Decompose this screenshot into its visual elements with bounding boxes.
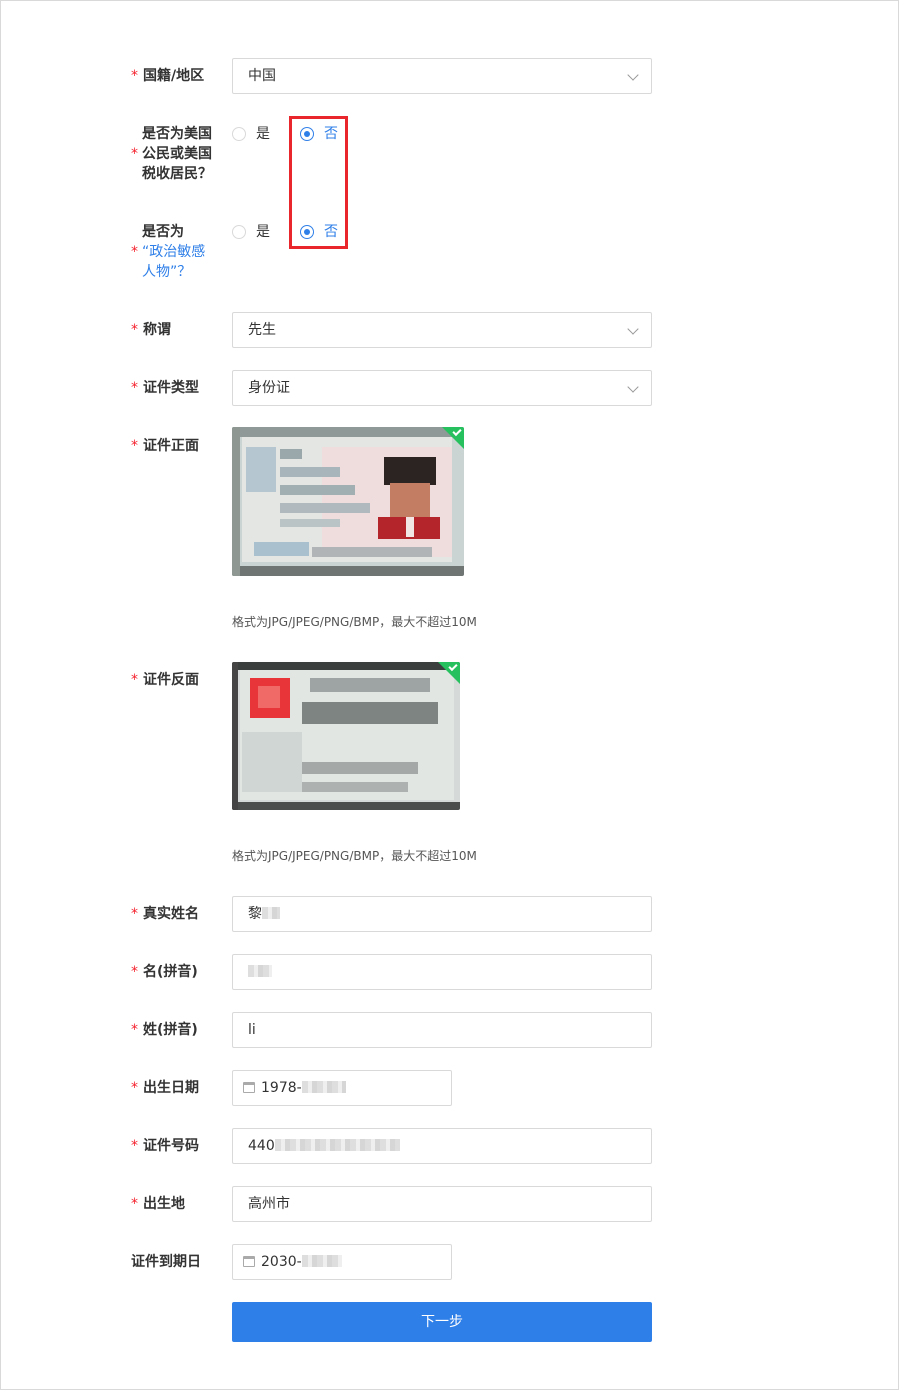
surname-pinyin-input[interactable]: li bbox=[232, 1012, 652, 1048]
id-type-label: * 证件类型 bbox=[131, 380, 199, 396]
id-front-label: * 证件正面 bbox=[131, 438, 199, 454]
id-back-pixelated-image bbox=[232, 662, 460, 810]
redacted-text bbox=[274, 1139, 400, 1151]
surname-pinyin-label: * 姓(拼音) bbox=[131, 1022, 198, 1038]
pep-definition-link-cont[interactable]: 人物”？ bbox=[142, 262, 205, 282]
id-type-select[interactable]: 身份证 bbox=[232, 370, 652, 406]
birth-place-input[interactable]: 高州市 bbox=[232, 1186, 652, 1222]
nationality-value: 中国 bbox=[248, 68, 276, 84]
id-front-image[interactable] bbox=[232, 427, 464, 576]
id-number-value: 440 bbox=[248, 1138, 275, 1154]
birth-date-label: * 出生日期 bbox=[131, 1080, 199, 1096]
pep-definition-link[interactable]: “政治敏感 bbox=[142, 242, 205, 262]
birth-date-value: 1978- bbox=[261, 1080, 302, 1096]
id-expiry-picker[interactable]: 2030- bbox=[232, 1244, 452, 1280]
id-front-hint: 格式为JPG/JPEG/PNG/BMP，最大不超过10M bbox=[232, 615, 477, 629]
id-expiry-label: 证件到期日 bbox=[131, 1254, 201, 1270]
next-step-button[interactable]: 下一步 bbox=[232, 1302, 652, 1342]
us-tax-yes-radio[interactable] bbox=[232, 127, 246, 141]
redacted-text bbox=[248, 965, 272, 977]
title-label: * 称谓 bbox=[131, 322, 171, 338]
us-tax-yes-label[interactable]: 是 bbox=[256, 124, 270, 144]
chevron-down-icon bbox=[627, 69, 639, 81]
real-name-input[interactable]: 黎 bbox=[232, 896, 652, 932]
id-expiry-value: 2030- bbox=[261, 1254, 302, 1270]
pep-yes-label[interactable]: 是 bbox=[256, 222, 270, 242]
nationality-label: * 国籍/地区 bbox=[131, 68, 205, 84]
birth-place-label: * 出生地 bbox=[131, 1196, 185, 1212]
id-back-hint: 格式为JPG/JPEG/PNG/BMP，最大不超过10M bbox=[232, 849, 477, 863]
highlight-box bbox=[289, 116, 348, 249]
id-back-label: * 证件反面 bbox=[131, 672, 199, 688]
redacted-text bbox=[301, 1255, 342, 1267]
redacted-text bbox=[301, 1081, 346, 1093]
given-name-pinyin-label: * 名(拼音) bbox=[131, 964, 198, 980]
real-name-value: 黎 bbox=[248, 906, 262, 922]
chevron-down-icon bbox=[627, 381, 639, 393]
id-number-label: * 证件号码 bbox=[131, 1138, 199, 1154]
nationality-select[interactable]: 中国 bbox=[232, 58, 652, 94]
birth-place-value: 高州市 bbox=[248, 1196, 290, 1212]
given-name-pinyin-input[interactable] bbox=[232, 954, 652, 990]
pep-yes-radio[interactable] bbox=[232, 225, 246, 239]
upload-success-icon bbox=[442, 427, 464, 449]
calendar-icon bbox=[243, 1256, 255, 1267]
calendar-icon bbox=[243, 1082, 255, 1093]
id-number-input[interactable]: 440 bbox=[232, 1128, 652, 1164]
real-name-label: * 真实姓名 bbox=[131, 906, 199, 922]
chevron-down-icon bbox=[627, 323, 639, 335]
id-front-pixelated-image bbox=[232, 427, 464, 576]
id-back-image[interactable] bbox=[232, 662, 460, 810]
title-select[interactable]: 先生 bbox=[232, 312, 652, 348]
redacted-text bbox=[262, 907, 280, 919]
upload-success-icon bbox=[438, 662, 460, 684]
title-value: 先生 bbox=[248, 322, 276, 338]
id-type-value: 身份证 bbox=[248, 380, 290, 396]
surname-pinyin-value: li bbox=[248, 1022, 256, 1038]
birth-date-picker[interactable]: 1978- bbox=[232, 1070, 452, 1106]
